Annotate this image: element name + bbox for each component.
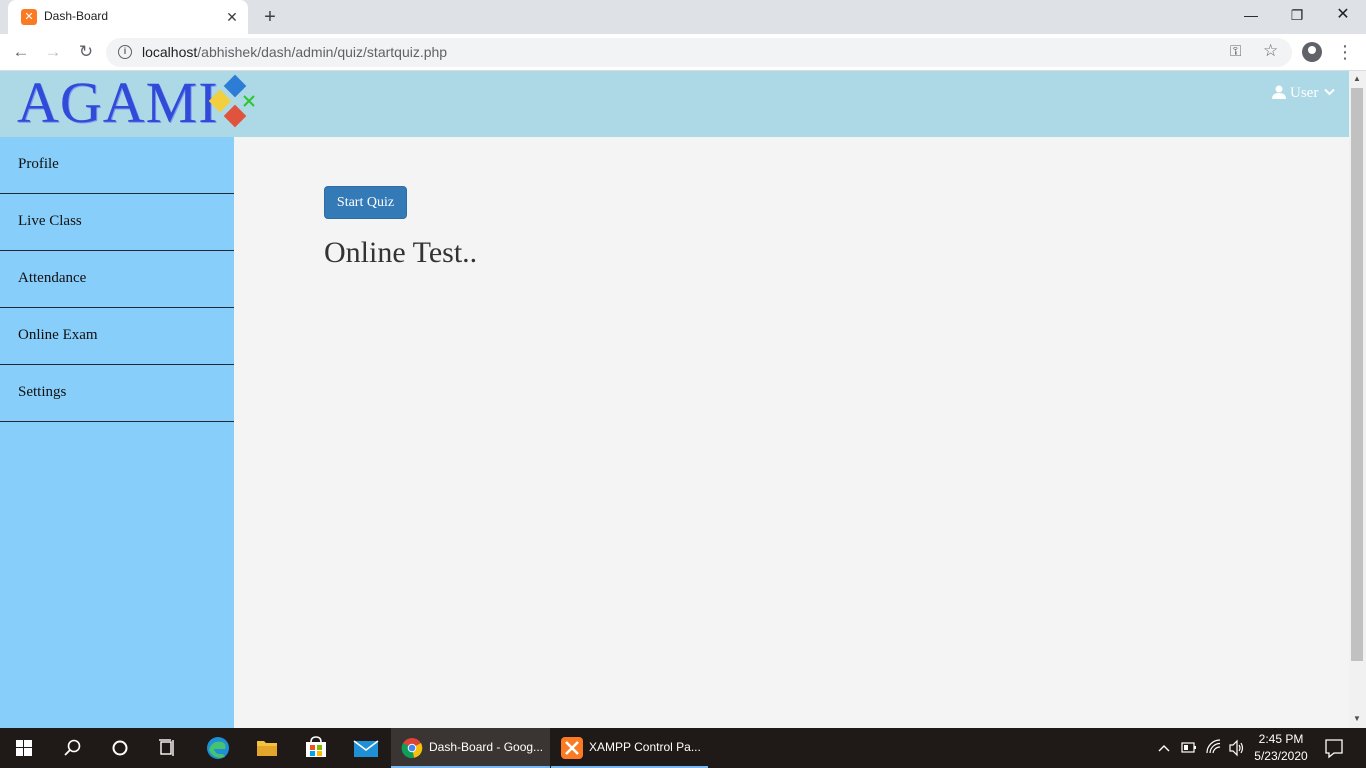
- windows-taskbar: Dash-Board - Goog... XAMPP Control Pa...…: [0, 728, 1366, 768]
- main-content: Start Quiz Online Test..: [234, 137, 1349, 728]
- task-view-icon[interactable]: [144, 728, 192, 768]
- browser-tab-strip: ✕ Dash-Board ✕ + — ❐ ✕: [0, 0, 1366, 34]
- reload-icon[interactable]: ↻: [74, 40, 98, 64]
- xampp-icon: ✕: [21, 9, 37, 25]
- scroll-up-arrow-icon[interactable]: ▲: [1353, 74, 1361, 83]
- sidebar-item-label: Live Class: [18, 213, 82, 229]
- close-window-button[interactable]: ✕: [1320, 0, 1366, 30]
- sidebar-item-live-class[interactable]: Live Class: [0, 194, 234, 251]
- sidebar-item-label: Online Exam: [18, 327, 98, 343]
- taskbar-app-label: Dash-Board - Goog...: [429, 740, 544, 754]
- logo-mark-icon: [208, 74, 255, 128]
- clock-date: 5/23/2020: [1254, 749, 1308, 763]
- site-info-icon[interactable]: i: [118, 45, 132, 59]
- wifi-icon[interactable]: [1205, 728, 1223, 768]
- sidebar-item-label: Settings: [18, 384, 67, 400]
- show-hidden-icons-chevron-icon[interactable]: [1155, 728, 1173, 768]
- sidebar-item-attendance[interactable]: Attendance: [0, 251, 234, 308]
- page-title: Online Test..: [324, 236, 478, 269]
- url-path: /abhishek/dash/admin/quiz/startquiz.php: [197, 44, 448, 60]
- sidebar: Profile Live Class Attendance Online Exa…: [0, 137, 234, 728]
- sidebar-item-profile[interactable]: Profile: [0, 137, 234, 194]
- notifications-icon[interactable]: [1322, 728, 1346, 768]
- taskbar-app-label: XAMPP Control Pa...: [589, 740, 701, 754]
- page-scrollbar[interactable]: ▲ ▼: [1349, 71, 1366, 728]
- url-text: localhost/abhishek/dash/admin/quiz/start…: [142, 44, 447, 60]
- new-tab-icon[interactable]: +: [259, 6, 281, 28]
- user-menu[interactable]: User: [1272, 83, 1335, 103]
- mail-icon[interactable]: [341, 728, 389, 768]
- minimize-window-button[interactable]: —: [1228, 0, 1274, 30]
- back-arrow-icon[interactable]: ←: [9, 40, 33, 64]
- sidebar-item-label: Profile: [18, 156, 59, 172]
- scroll-down-arrow-icon[interactable]: ▼: [1353, 714, 1361, 723]
- taskbar-app-xampp[interactable]: XAMPP Control Pa...: [551, 728, 708, 768]
- edge-icon[interactable]: [194, 728, 242, 768]
- clock-time: 2:45 PM: [1258, 732, 1304, 746]
- browser-tab[interactable]: ✕ Dash-Board ✕: [8, 0, 248, 34]
- logo-text: AGAMI: [17, 71, 219, 135]
- file-explorer-icon[interactable]: [243, 728, 291, 768]
- close-tab-icon[interactable]: ✕: [223, 8, 241, 26]
- chevron-down-icon: [1324, 88, 1335, 96]
- volume-icon[interactable]: [1228, 728, 1246, 768]
- page-header: AGAMI User: [0, 71, 1349, 137]
- restore-window-button[interactable]: ❐: [1274, 0, 1320, 30]
- cortana-icon[interactable]: [96, 728, 144, 768]
- forward-arrow-icon[interactable]: →: [41, 40, 65, 64]
- url-host: localhost: [142, 44, 198, 60]
- tab-title: Dash-Board: [44, 9, 109, 23]
- sidebar-item-label: Attendance: [18, 270, 87, 286]
- battery-icon[interactable]: [1180, 728, 1198, 768]
- sidebar-item-online-exam[interactable]: Online Exam: [0, 308, 234, 365]
- browser-menu-icon[interactable]: ⋮: [1336, 40, 1354, 64]
- address-bar[interactable]: i localhost/abhishek/dash/admin/quiz/sta…: [106, 38, 1292, 67]
- bookmark-star-icon[interactable]: ☆: [1263, 41, 1278, 61]
- microsoft-store-icon[interactable]: [292, 728, 340, 768]
- windows-start-icon[interactable]: [0, 728, 48, 768]
- user-icon: [1272, 85, 1286, 99]
- taskbar-app-chrome[interactable]: Dash-Board - Goog...: [391, 728, 550, 768]
- start-quiz-button[interactable]: Start Quiz: [324, 186, 407, 219]
- user-label: User: [1290, 85, 1319, 101]
- search-icon[interactable]: [48, 728, 96, 768]
- key-icon[interactable]: ⚿: [1230, 43, 1241, 60]
- browser-profile-icon[interactable]: [1302, 42, 1322, 62]
- sidebar-item-settings[interactable]: Settings: [0, 365, 234, 422]
- scrollbar-thumb[interactable]: [1351, 88, 1363, 661]
- system-clock[interactable]: 2:45 PM 5/23/2020: [1247, 731, 1315, 765]
- page-viewport: AGAMI User Profile Live Class Attendance…: [0, 71, 1366, 728]
- xampp-icon: [561, 737, 583, 759]
- browser-toolbar: ← → ↻ i localhost/abhishek/dash/admin/qu…: [0, 34, 1366, 71]
- chrome-icon: [401, 738, 423, 759]
